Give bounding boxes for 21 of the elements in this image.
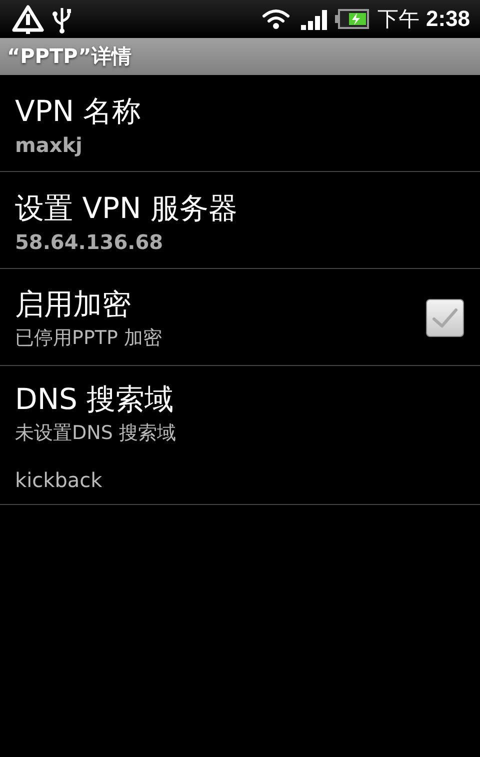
- settings-row[interactable]: VPN 名称 maxkj: [0, 75, 480, 172]
- clock: 下午 2:38: [377, 5, 470, 33]
- warning-icon: [12, 4, 44, 34]
- checkbox[interactable]: [426, 299, 464, 337]
- setting-title: 启用加密: [15, 286, 132, 323]
- setting-title: VPN 名称: [15, 92, 142, 130]
- settings-row[interactable]: DNS 搜索域 未设置DNS 搜索域 kickback: [0, 366, 480, 505]
- setting-title: 设置 VPN 服务器: [15, 190, 238, 226]
- check-icon: [432, 308, 458, 328]
- setting-title: DNS 搜索域: [15, 381, 175, 418]
- setting-value: 58.64.136.68: [15, 230, 164, 254]
- setting-summary: 未设置DNS 搜索域: [15, 421, 177, 446]
- setting-value: maxkj: [15, 132, 84, 156]
- battery-icon: [335, 9, 370, 29]
- setting-value: kickback: [15, 468, 104, 492]
- wifi-icon: [261, 7, 292, 31]
- screen-title: “PPTP”详情: [7, 43, 132, 70]
- settings-row[interactable]: 设置 VPN 服务器 58.64.136.68: [0, 172, 480, 269]
- signal-icon: [301, 7, 330, 31]
- settings-row[interactable]: 启用加密 已停用PPTP 加密: [0, 269, 480, 366]
- setting-summary: 已停用PPTP 加密: [15, 326, 164, 351]
